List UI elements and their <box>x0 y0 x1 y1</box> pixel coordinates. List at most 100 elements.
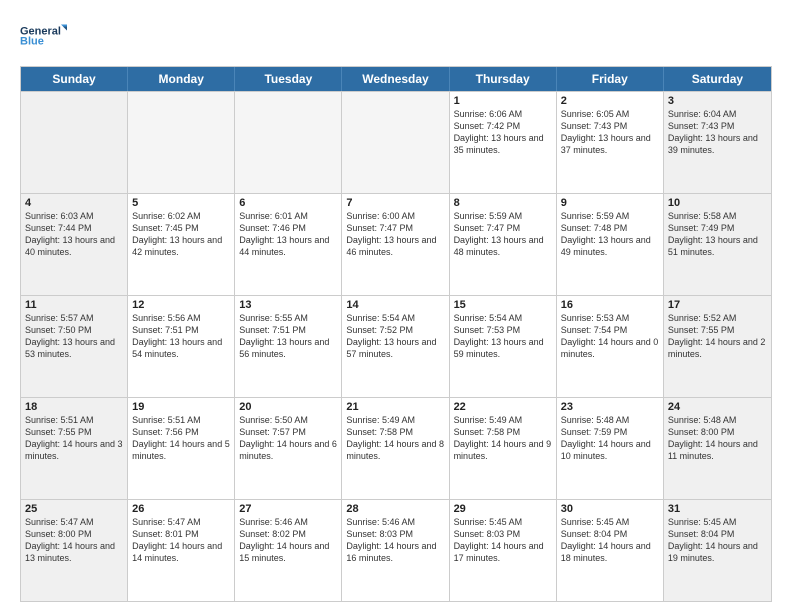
cell-content: Sunrise: 6:03 AM Sunset: 7:44 PM Dayligh… <box>25 210 123 259</box>
calendar-cell <box>128 92 235 193</box>
page: General Blue SundayMondayTuesdayWednesda… <box>0 0 792 612</box>
day-number: 30 <box>561 503 659 515</box>
calendar-cell: 12Sunrise: 5:56 AM Sunset: 7:51 PM Dayli… <box>128 296 235 397</box>
calendar-week-3: 11Sunrise: 5:57 AM Sunset: 7:50 PM Dayli… <box>21 295 771 397</box>
calendar-cell: 7Sunrise: 6:00 AM Sunset: 7:47 PM Daylig… <box>342 194 449 295</box>
calendar-cell: 21Sunrise: 5:49 AM Sunset: 7:58 PM Dayli… <box>342 398 449 499</box>
day-number: 19 <box>132 401 230 413</box>
day-number: 10 <box>668 197 767 209</box>
calendar-cell: 23Sunrise: 5:48 AM Sunset: 7:59 PM Dayli… <box>557 398 664 499</box>
cell-content: Sunrise: 5:50 AM Sunset: 7:57 PM Dayligh… <box>239 414 337 463</box>
calendar-cell <box>235 92 342 193</box>
calendar-header-saturday: Saturday <box>664 67 771 91</box>
cell-content: Sunrise: 6:00 AM Sunset: 7:47 PM Dayligh… <box>346 210 444 259</box>
calendar-header-sunday: Sunday <box>21 67 128 91</box>
calendar-cell: 10Sunrise: 5:58 AM Sunset: 7:49 PM Dayli… <box>664 194 771 295</box>
calendar-cell: 14Sunrise: 5:54 AM Sunset: 7:52 PM Dayli… <box>342 296 449 397</box>
day-number: 22 <box>454 401 552 413</box>
day-number: 9 <box>561 197 659 209</box>
calendar-cell: 5Sunrise: 6:02 AM Sunset: 7:45 PM Daylig… <box>128 194 235 295</box>
cell-content: Sunrise: 5:54 AM Sunset: 7:53 PM Dayligh… <box>454 312 552 361</box>
cell-content: Sunrise: 5:46 AM Sunset: 8:03 PM Dayligh… <box>346 516 444 565</box>
day-number: 21 <box>346 401 444 413</box>
day-number: 17 <box>668 299 767 311</box>
calendar-cell: 15Sunrise: 5:54 AM Sunset: 7:53 PM Dayli… <box>450 296 557 397</box>
calendar-cell: 24Sunrise: 5:48 AM Sunset: 8:00 PM Dayli… <box>664 398 771 499</box>
calendar-cell <box>342 92 449 193</box>
calendar-cell: 27Sunrise: 5:46 AM Sunset: 8:02 PM Dayli… <box>235 500 342 601</box>
calendar-cell: 16Sunrise: 5:53 AM Sunset: 7:54 PM Dayli… <box>557 296 664 397</box>
cell-content: Sunrise: 5:55 AM Sunset: 7:51 PM Dayligh… <box>239 312 337 361</box>
calendar-header: SundayMondayTuesdayWednesdayThursdayFrid… <box>21 67 771 91</box>
day-number: 4 <box>25 197 123 209</box>
day-number: 24 <box>668 401 767 413</box>
calendar-header-wednesday: Wednesday <box>342 67 449 91</box>
calendar-cell: 13Sunrise: 5:55 AM Sunset: 7:51 PM Dayli… <box>235 296 342 397</box>
day-number: 7 <box>346 197 444 209</box>
calendar-cell <box>21 92 128 193</box>
day-number: 25 <box>25 503 123 515</box>
day-number: 23 <box>561 401 659 413</box>
cell-content: Sunrise: 5:56 AM Sunset: 7:51 PM Dayligh… <box>132 312 230 361</box>
calendar-cell: 1Sunrise: 6:06 AM Sunset: 7:42 PM Daylig… <box>450 92 557 193</box>
cell-content: Sunrise: 5:59 AM Sunset: 7:48 PM Dayligh… <box>561 210 659 259</box>
cell-content: Sunrise: 5:47 AM Sunset: 8:00 PM Dayligh… <box>25 516 123 565</box>
day-number: 27 <box>239 503 337 515</box>
day-number: 8 <box>454 197 552 209</box>
calendar-cell: 8Sunrise: 5:59 AM Sunset: 7:47 PM Daylig… <box>450 194 557 295</box>
day-number: 28 <box>346 503 444 515</box>
calendar-cell: 28Sunrise: 5:46 AM Sunset: 8:03 PM Dayli… <box>342 500 449 601</box>
day-number: 29 <box>454 503 552 515</box>
logo-svg: General Blue <box>20 16 70 56</box>
calendar-body: 1Sunrise: 6:06 AM Sunset: 7:42 PM Daylig… <box>21 91 771 601</box>
cell-content: Sunrise: 6:06 AM Sunset: 7:42 PM Dayligh… <box>454 108 552 157</box>
day-number: 2 <box>561 95 659 107</box>
cell-content: Sunrise: 5:53 AM Sunset: 7:54 PM Dayligh… <box>561 312 659 361</box>
cell-content: Sunrise: 6:04 AM Sunset: 7:43 PM Dayligh… <box>668 108 767 157</box>
calendar-week-1: 1Sunrise: 6:06 AM Sunset: 7:42 PM Daylig… <box>21 91 771 193</box>
cell-content: Sunrise: 5:48 AM Sunset: 7:59 PM Dayligh… <box>561 414 659 463</box>
cell-content: Sunrise: 5:46 AM Sunset: 8:02 PM Dayligh… <box>239 516 337 565</box>
cell-content: Sunrise: 6:01 AM Sunset: 7:46 PM Dayligh… <box>239 210 337 259</box>
calendar-cell: 9Sunrise: 5:59 AM Sunset: 7:48 PM Daylig… <box>557 194 664 295</box>
cell-content: Sunrise: 5:45 AM Sunset: 8:04 PM Dayligh… <box>668 516 767 565</box>
calendar-week-5: 25Sunrise: 5:47 AM Sunset: 8:00 PM Dayli… <box>21 499 771 601</box>
cell-content: Sunrise: 5:54 AM Sunset: 7:52 PM Dayligh… <box>346 312 444 361</box>
day-number: 15 <box>454 299 552 311</box>
calendar-cell: 6Sunrise: 6:01 AM Sunset: 7:46 PM Daylig… <box>235 194 342 295</box>
day-number: 13 <box>239 299 337 311</box>
calendar-cell: 3Sunrise: 6:04 AM Sunset: 7:43 PM Daylig… <box>664 92 771 193</box>
calendar-cell: 18Sunrise: 5:51 AM Sunset: 7:55 PM Dayli… <box>21 398 128 499</box>
calendar-cell: 29Sunrise: 5:45 AM Sunset: 8:03 PM Dayli… <box>450 500 557 601</box>
cell-content: Sunrise: 6:02 AM Sunset: 7:45 PM Dayligh… <box>132 210 230 259</box>
cell-content: Sunrise: 5:49 AM Sunset: 7:58 PM Dayligh… <box>346 414 444 463</box>
day-number: 16 <box>561 299 659 311</box>
calendar-week-2: 4Sunrise: 6:03 AM Sunset: 7:44 PM Daylig… <box>21 193 771 295</box>
cell-content: Sunrise: 5:58 AM Sunset: 7:49 PM Dayligh… <box>668 210 767 259</box>
calendar-cell: 17Sunrise: 5:52 AM Sunset: 7:55 PM Dayli… <box>664 296 771 397</box>
calendar-header-monday: Monday <box>128 67 235 91</box>
calendar-cell: 22Sunrise: 5:49 AM Sunset: 7:58 PM Dayli… <box>450 398 557 499</box>
calendar: SundayMondayTuesdayWednesdayThursdayFrid… <box>20 66 772 602</box>
cell-content: Sunrise: 5:51 AM Sunset: 7:56 PM Dayligh… <box>132 414 230 463</box>
calendar-header-tuesday: Tuesday <box>235 67 342 91</box>
calendar-header-friday: Friday <box>557 67 664 91</box>
cell-content: Sunrise: 5:45 AM Sunset: 8:03 PM Dayligh… <box>454 516 552 565</box>
calendar-cell: 31Sunrise: 5:45 AM Sunset: 8:04 PM Dayli… <box>664 500 771 601</box>
cell-content: Sunrise: 6:05 AM Sunset: 7:43 PM Dayligh… <box>561 108 659 157</box>
day-number: 31 <box>668 503 767 515</box>
cell-content: Sunrise: 5:48 AM Sunset: 8:00 PM Dayligh… <box>668 414 767 463</box>
day-number: 20 <box>239 401 337 413</box>
cell-content: Sunrise: 5:52 AM Sunset: 7:55 PM Dayligh… <box>668 312 767 361</box>
calendar-cell: 2Sunrise: 6:05 AM Sunset: 7:43 PM Daylig… <box>557 92 664 193</box>
calendar-cell: 4Sunrise: 6:03 AM Sunset: 7:44 PM Daylig… <box>21 194 128 295</box>
cell-content: Sunrise: 5:47 AM Sunset: 8:01 PM Dayligh… <box>132 516 230 565</box>
calendar-cell: 19Sunrise: 5:51 AM Sunset: 7:56 PM Dayli… <box>128 398 235 499</box>
day-number: 3 <box>668 95 767 107</box>
calendar-cell: 30Sunrise: 5:45 AM Sunset: 8:04 PM Dayli… <box>557 500 664 601</box>
calendar-cell: 11Sunrise: 5:57 AM Sunset: 7:50 PM Dayli… <box>21 296 128 397</box>
cell-content: Sunrise: 5:57 AM Sunset: 7:50 PM Dayligh… <box>25 312 123 361</box>
day-number: 11 <box>25 299 123 311</box>
day-number: 12 <box>132 299 230 311</box>
cell-content: Sunrise: 5:49 AM Sunset: 7:58 PM Dayligh… <box>454 414 552 463</box>
